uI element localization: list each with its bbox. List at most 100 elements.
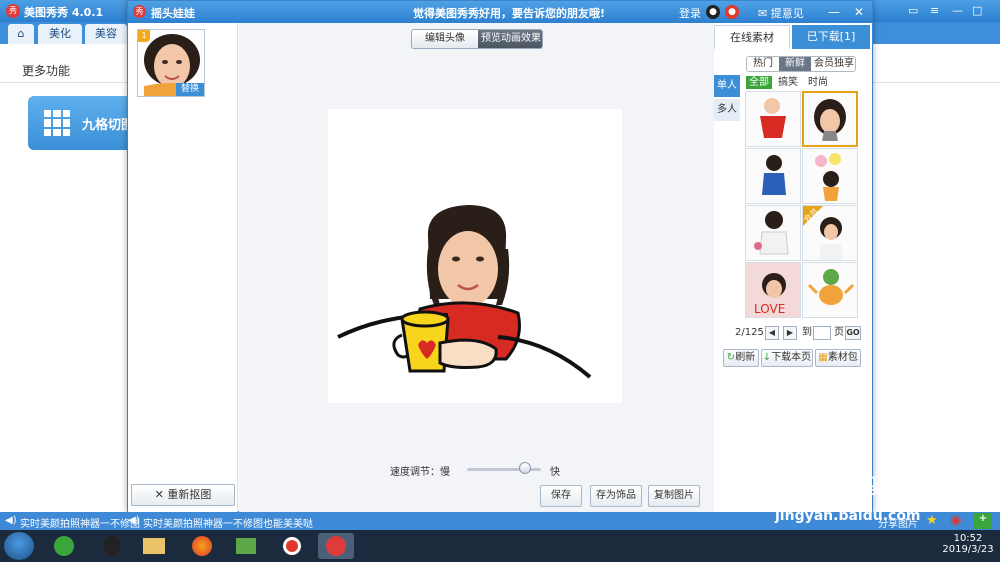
speed-slider-handle[interactable] — [518, 462, 531, 474]
material-thumb-image — [815, 153, 841, 201]
pager-text: 2/125 — [735, 327, 764, 338]
tab-beautify[interactable]: 美化 — [38, 24, 82, 44]
material-item[interactable] — [802, 91, 858, 147]
refresh-button[interactable]: ↻刷新 — [723, 349, 759, 367]
category-all[interactable]: 全部 — [746, 76, 772, 89]
app-360-icon — [54, 536, 74, 556]
material-thumb-image — [760, 98, 786, 138]
filter-new[interactable]: 新鲜 — [779, 57, 811, 71]
bobblehead-dialog: 秀 摇头娃娃 觉得美图秀秀好用，要告诉您的朋友哦! 登录 ● ● ✉ 提意见 —… — [127, 0, 873, 512]
material-thumb-image — [807, 269, 855, 305]
video-icon — [236, 538, 256, 554]
taskbar-app-qq[interactable] — [94, 533, 130, 559]
start-button[interactable] — [4, 532, 34, 560]
taskbar-app-meitu[interactable] — [318, 533, 354, 559]
material-item[interactable]: LOVE — [745, 262, 801, 318]
weibo-icon[interactable]: ● — [725, 5, 739, 19]
page-input[interactable] — [813, 326, 831, 340]
nine-grid-icon — [44, 110, 70, 136]
category-fashion[interactable]: 时尚 — [808, 76, 828, 89]
filter-hot[interactable]: 热门 — [747, 57, 779, 71]
next-page-button[interactable]: ▶ — [783, 326, 797, 340]
material-item[interactable] — [745, 91, 801, 147]
download-icon: ↓ — [762, 352, 772, 363]
svg-text:LOVE: LOVE — [754, 302, 785, 316]
feedback-link[interactable]: ✉ 提意见 — [758, 5, 804, 21]
preview-animation-tab[interactable]: 预览动画效果 — [478, 30, 542, 48]
material-item[interactable] — [745, 148, 801, 204]
weibo-share-icon[interactable]: ◉ — [950, 513, 961, 528]
qq-icon[interactable]: ● — [706, 5, 720, 19]
new-button[interactable]: ⊕ 新建 — [884, 47, 916, 62]
download-page-button[interactable]: ↓下载本页 — [761, 349, 813, 367]
material-thumb-image — [814, 99, 846, 141]
home-icon: ⌂ — [17, 27, 25, 40]
dialog-close-button[interactable]: ✕ — [850, 3, 868, 21]
record-icon — [283, 537, 301, 555]
save-share-button[interactable]: ▣ 保存与分享 — [930, 47, 993, 62]
preview-area: 编辑头像 预览动画效果 速度调节：慢 快 保存 存为饰品 复制图片 — [239, 23, 714, 512]
nine-grid-button[interactable]: 九格切图 — [28, 96, 138, 150]
speaker-icon: ◀) — [5, 515, 17, 526]
refresh-icon: ↻ — [726, 352, 736, 363]
add-icon[interactable]: + — [974, 513, 992, 529]
dialog-minimize-button[interactable]: — — [825, 3, 843, 21]
material-pack-button[interactable]: ▦素材包 — [815, 349, 861, 367]
recrop-button[interactable]: ✕ 重新抠图 — [131, 484, 235, 506]
material-item[interactable] — [802, 148, 858, 204]
taskbar-app-explorer[interactable] — [136, 533, 172, 559]
status-ad-left[interactable]: 实时美颜拍照神器一不修图 — [20, 515, 140, 530]
star-icon[interactable]: ★ — [926, 513, 938, 528]
thumb-number-badge: 1 — [138, 30, 150, 42]
speed-label: 速度调节：慢 — [390, 467, 450, 478]
material-thumb-image — [762, 155, 786, 195]
material-item[interactable]: 会员 — [802, 205, 858, 261]
baidu-watermark-url: jingyan.baidu.com — [775, 508, 921, 524]
category-funny[interactable]: 搞笑 — [778, 76, 798, 89]
side-tab-single[interactable]: 单人 — [714, 75, 740, 97]
prev-page-button[interactable]: ◀ — [765, 326, 779, 340]
app-maximize-button[interactable]: □ — [972, 4, 982, 17]
taskbar-app-recorder[interactable] — [274, 533, 310, 559]
save-icon: ▣ — [930, 51, 940, 62]
material-item[interactable] — [802, 262, 858, 318]
go-button[interactable]: GO — [845, 326, 861, 340]
goto-label: 到 — [802, 327, 812, 338]
bobblehead-preview-image — [337, 205, 592, 379]
save-button[interactable]: 保存 — [540, 485, 582, 507]
side-tab-multi[interactable]: 多人 — [714, 99, 740, 121]
feedback-icon: ✉ — [758, 7, 768, 20]
app-settings-icon[interactable]: ≡ — [930, 4, 939, 17]
tab-beauty[interactable]: 美容 — [85, 24, 127, 44]
app-logo-icon: 秀 — [6, 4, 20, 18]
replace-button[interactable]: 替换 — [176, 83, 204, 96]
dialog-title: 摇头娃娃 — [151, 7, 195, 20]
material-thumb-image — [754, 211, 789, 255]
material-item[interactable] — [745, 205, 801, 261]
status-ad-mid[interactable]: 实时美颜拍照神器一不修图也能美美哒 — [143, 515, 313, 530]
folder-icon — [143, 538, 165, 554]
tab-online-material[interactable]: 在线素材 — [714, 25, 790, 49]
package-icon: ▦ — [818, 352, 828, 363]
app-minimize-button[interactable]: — — [952, 4, 963, 17]
dialog-logo-icon: 秀 — [133, 5, 146, 18]
plus-icon: ⊕ — [884, 51, 893, 62]
taskbar-clock[interactable]: 10:52 2019/3/23 — [938, 533, 998, 555]
login-link[interactable]: 登录 — [679, 5, 701, 21]
edit-head-tab[interactable]: 编辑头像 — [412, 30, 478, 48]
close-x-icon: ✕ — [154, 488, 164, 501]
taskbar-app-360[interactable] — [46, 533, 82, 559]
material-panel: 在线素材 已下载[1] 热门 新鲜 会员独享 全部 搞笑 时尚 单人 多人 会员… — [714, 23, 872, 512]
clock-date: 2019/3/23 — [942, 544, 994, 555]
taskbar-app-firefox[interactable] — [184, 533, 220, 559]
filter-member[interactable]: 会员独享 — [811, 57, 855, 71]
copy-image-button[interactable]: 复制图片 — [648, 485, 700, 507]
app-menu-icon[interactable]: ▭ — [908, 4, 918, 17]
tab-home[interactable]: ⌂ — [8, 24, 34, 44]
head-thumbnail[interactable]: 1 替换 — [137, 29, 205, 97]
page-label: 页 — [834, 327, 844, 338]
taskbar-app-video[interactable] — [228, 533, 264, 559]
save-as-accessory-button[interactable]: 存为饰品 — [590, 485, 642, 507]
speaker-icon: ◀) — [128, 515, 140, 526]
tab-downloaded[interactable]: 已下载[1] — [792, 25, 870, 49]
